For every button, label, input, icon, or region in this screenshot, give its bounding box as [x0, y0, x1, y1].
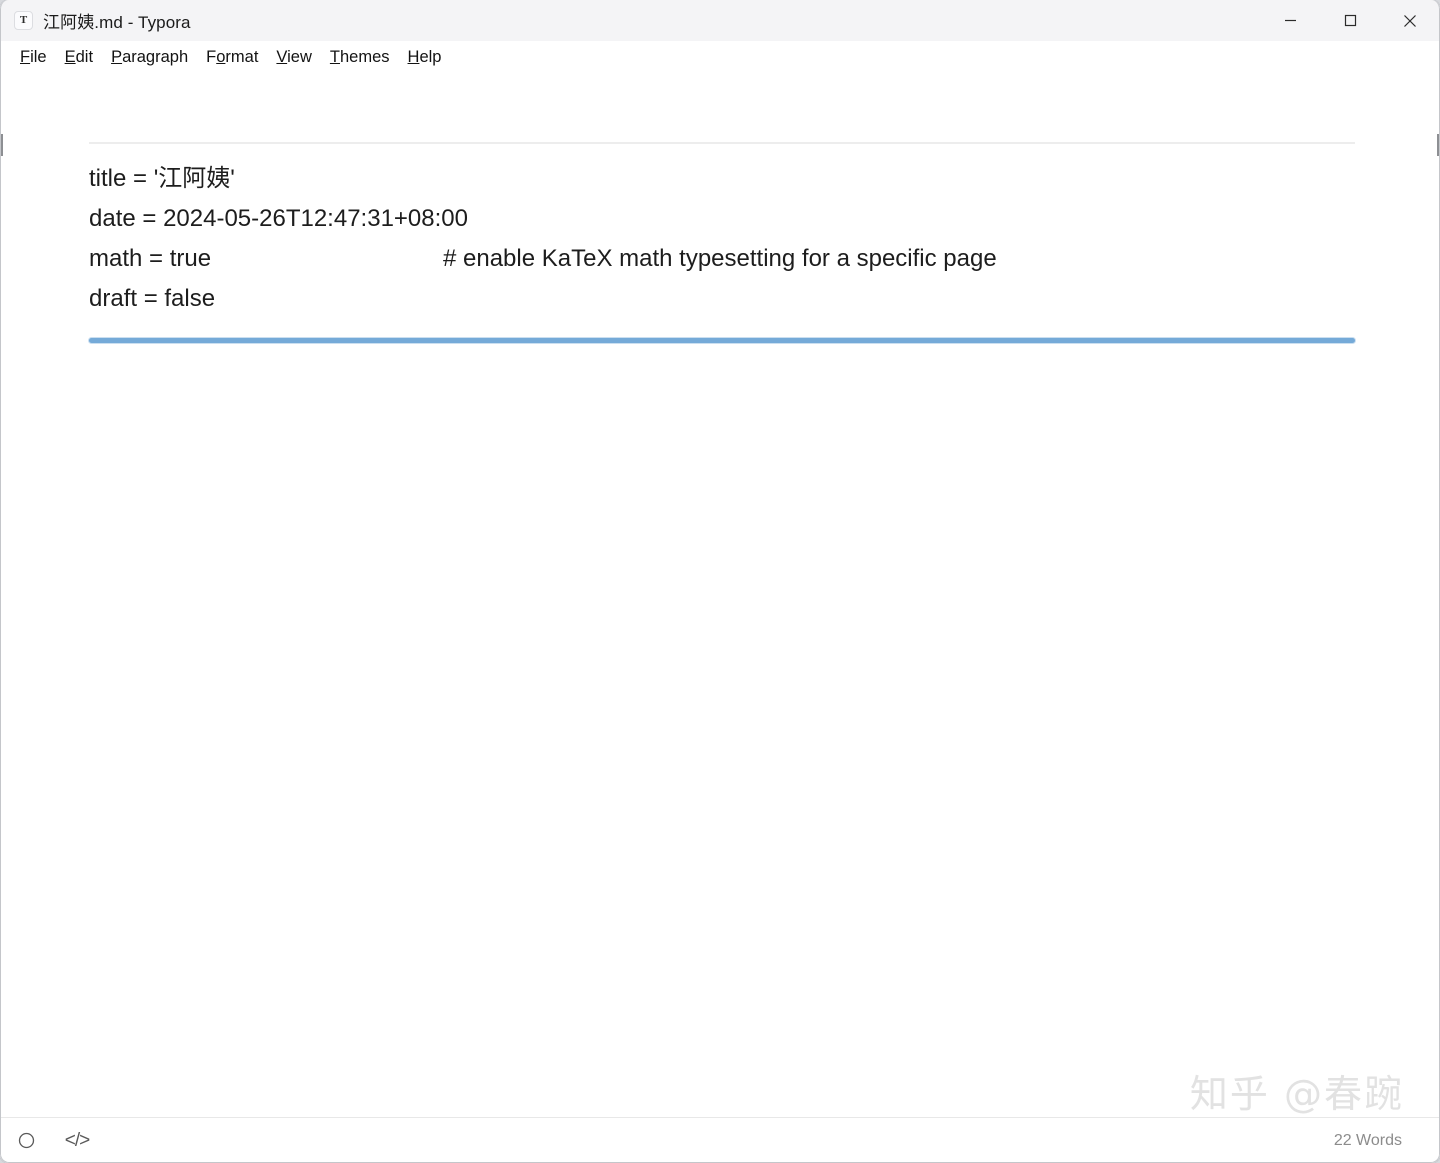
title-bar[interactable]: T 江阿姨.md - Typora [0, 0, 1440, 41]
frontmatter-line: math = true # enable KaTeX math typesett… [89, 239, 1355, 279]
circle-outline-icon [18, 1132, 34, 1149]
frontmatter-line-text: title = '江阿姨' [89, 165, 235, 192]
typora-window: T 江阿姨.md - Typora File Edit Paragraph Fo… [0, 0, 1440, 1163]
zhihu-watermark: 知乎 @春踠 [1189, 1072, 1404, 1116]
frontmatter-bottom-rule[interactable] [89, 338, 1355, 343]
close-button[interactable] [1380, 0, 1440, 41]
maximize-icon [1344, 14, 1356, 27]
source-code-mode-button[interactable]: </> [65, 1130, 90, 1152]
menu-item-help[interactable]: Help [399, 46, 451, 69]
frontmatter-line-comment: # enable KaTeX math typesetting for a sp… [443, 245, 997, 272]
sidebar-resize-handle[interactable] [0, 134, 3, 156]
menu-item-paragraph[interactable]: Paragraph [102, 46, 197, 69]
status-bar-left: </> [0, 1130, 90, 1152]
editor-area[interactable]: title = '江阿姨' date = 2024-05-26T12:47:31… [0, 74, 1440, 1117]
menu-item-format[interactable]: Format [197, 46, 267, 69]
title-bar-left: T 江阿姨.md - Typora [0, 0, 191, 41]
outline-toggle-button[interactable] [15, 1130, 37, 1152]
typora-app-icon: T [14, 11, 33, 30]
frontmatter-line-text: date = 2024-05-26T12:47:31+08:00 [89, 205, 468, 232]
minimize-icon [1284, 19, 1296, 22]
window-title: 江阿姨.md - Typora [43, 13, 191, 32]
menu-item-themes[interactable]: Themes [321, 46, 399, 69]
document-content[interactable]: title = '江阿姨' date = 2024-05-26T12:47:31… [89, 74, 1355, 343]
menu-item-file[interactable]: File [11, 46, 56, 69]
frontmatter-line-text: math = true [89, 245, 212, 272]
frontmatter-line-text: draft = false [89, 285, 216, 312]
word-count-label: 22 Words [1333, 1131, 1402, 1149]
frontmatter-line: date = 2024-05-26T12:47:31+08:00 [89, 199, 1355, 239]
menu-bar: File Edit Paragraph Format View Themes H… [0, 41, 1440, 74]
maximize-button[interactable] [1320, 0, 1380, 41]
frontmatter-top-rule [89, 142, 1355, 144]
menu-item-view[interactable]: View [267, 46, 320, 69]
frontmatter-block[interactable]: title = '江阿姨' date = 2024-05-26T12:47:31… [89, 159, 1355, 319]
close-icon [1404, 14, 1416, 27]
frontmatter-line: draft = false [89, 279, 1355, 319]
status-bar: </> 22 Words [0, 1117, 1440, 1163]
minimize-button[interactable] [1260, 0, 1320, 41]
frontmatter-line: title = '江阿姨' [89, 159, 1355, 199]
window-controls [1260, 0, 1440, 41]
menu-item-edit[interactable]: Edit [56, 46, 102, 69]
